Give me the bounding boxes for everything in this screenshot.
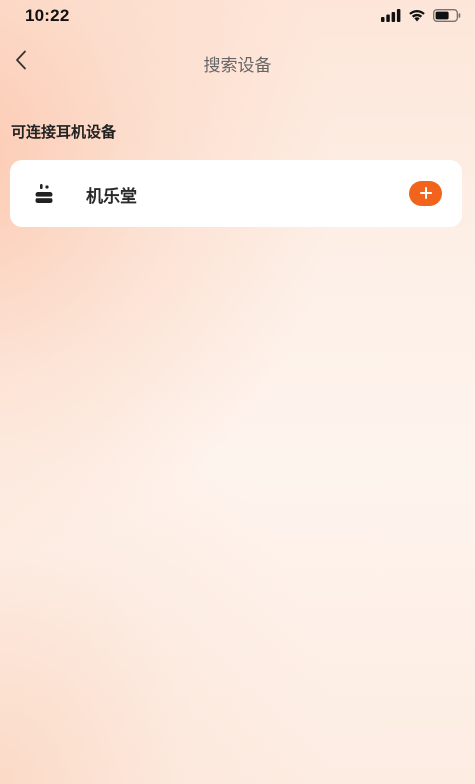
nav-bar: 搜索设备	[0, 40, 475, 84]
add-device-button[interactable]	[409, 181, 442, 206]
device-name: 机乐堂	[86, 187, 137, 207]
page-title: 搜索设备	[203, 56, 272, 76]
status-time: 10:22	[25, 6, 70, 25]
earbuds-icon	[34, 183, 54, 205]
device-card[interactable]: 机乐堂	[10, 160, 462, 227]
status-icons	[381, 9, 461, 22]
status-bar: 10:22	[0, 0, 475, 34]
plus-icon	[419, 184, 432, 203]
signal-icon	[381, 9, 401, 22]
wifi-icon	[408, 9, 426, 22]
section-title: 可连接耳机设备	[11, 123, 117, 141]
battery-icon	[433, 9, 461, 22]
